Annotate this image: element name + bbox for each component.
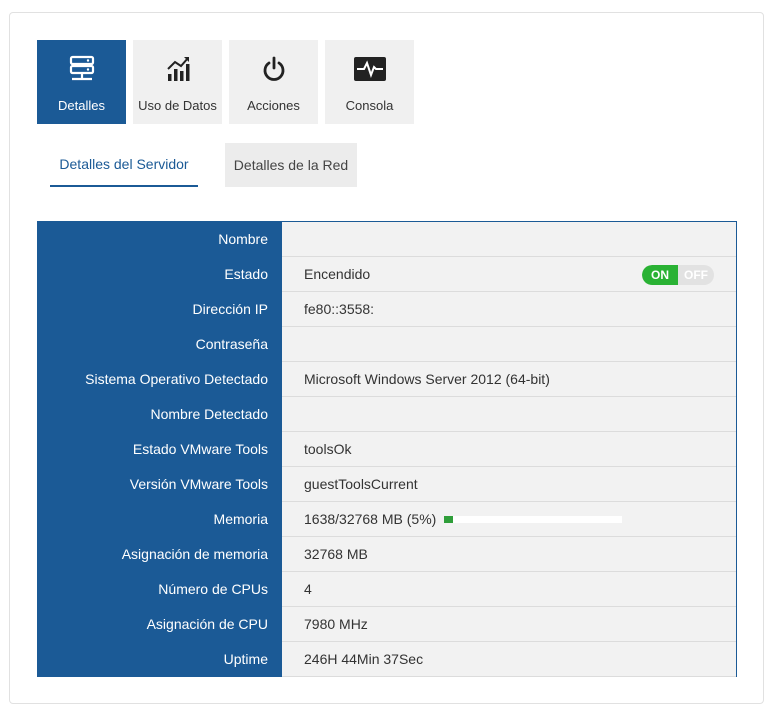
toggle-on-label: ON — [642, 265, 678, 285]
row-value: Microsoft Windows Server 2012 (64-bit) — [282, 362, 736, 397]
table-row: Sistema Operativo Detectado Microsoft Wi… — [38, 362, 736, 397]
row-value: 32768 MB — [282, 537, 736, 572]
row-label: Contraseña — [38, 327, 282, 362]
table-row: Asignación de memoria 32768 MB — [38, 537, 736, 572]
memory-usage-bar — [444, 515, 623, 523]
row-label: Estado — [38, 257, 282, 292]
tile-consola[interactable]: Consola — [325, 40, 414, 124]
tab-server-details[interactable]: Detalles del Servidor — [50, 143, 198, 187]
row-label: Uptime — [38, 642, 282, 677]
table-row: Estado VMware Tools toolsOk — [38, 432, 736, 467]
tile-label: Consola — [345, 98, 394, 113]
row-label: Número de CPUs — [38, 572, 282, 607]
table-row: Memoria 1638/32768 MB (5%) — [38, 502, 736, 537]
row-value: toolsOk — [282, 432, 736, 467]
server-icon — [68, 54, 96, 84]
pulse-monitor-icon — [353, 54, 387, 84]
row-label: Estado VMware Tools — [38, 432, 282, 467]
row-label: Nombre Detectado — [38, 397, 282, 432]
memory-usage-fill — [444, 515, 454, 523]
toggle-off-label: OFF — [684, 268, 708, 282]
memory-usage-text: 1638/32768 MB (5%) — [304, 511, 437, 527]
row-label: Memoria — [38, 502, 282, 537]
table-row: Nombre Detectado — [38, 397, 736, 432]
power-state-text: Encendido — [304, 266, 371, 282]
table-row: Nombre — [38, 222, 736, 257]
tab-network-details[interactable]: Detalles de la Red — [225, 143, 357, 187]
row-value: 4 — [282, 572, 736, 607]
table-row: Dirección IP fe80::3558: — [38, 292, 736, 327]
row-label: Sistema Operativo Detectado — [38, 362, 282, 397]
server-details-table: Nombre Estado Encendido ON OFF Dirección… — [37, 221, 737, 677]
section-tiles: Detalles Uso de Datos Acciones Consola — [37, 40, 414, 124]
tile-detalles[interactable]: Detalles — [37, 40, 126, 124]
tile-uso-de-datos[interactable]: Uso de Datos — [133, 40, 222, 124]
row-label: Versión VMware Tools — [38, 467, 282, 502]
row-value: 7980 MHz — [282, 607, 736, 642]
row-label: Asignación de memoria — [38, 537, 282, 572]
row-label: Asignación de CPU — [38, 607, 282, 642]
row-value: fe80::3558: — [282, 292, 736, 327]
table-row: Asignación de CPU 7980 MHz — [38, 607, 736, 642]
power-icon — [261, 54, 287, 84]
row-value: guestToolsCurrent — [282, 467, 736, 502]
table-row: Contraseña — [38, 327, 736, 362]
row-value — [282, 327, 736, 362]
row-label: Dirección IP — [38, 292, 282, 327]
table-row: Uptime 246H 44Min 37Sec — [38, 642, 736, 677]
bar-chart-icon — [165, 54, 191, 84]
power-toggle[interactable]: ON OFF — [642, 265, 714, 285]
row-value: 1638/32768 MB (5%) — [282, 502, 736, 537]
row-value: 246H 44Min 37Sec — [282, 642, 736, 677]
row-value — [282, 222, 736, 257]
row-value — [282, 397, 736, 432]
tile-label: Detalles — [58, 98, 105, 113]
table-row: Estado Encendido ON OFF — [38, 257, 736, 292]
row-label: Nombre — [38, 222, 282, 257]
table-row: Versión VMware Tools guestToolsCurrent — [38, 467, 736, 502]
tile-acciones[interactable]: Acciones — [229, 40, 318, 124]
tile-label: Acciones — [247, 98, 300, 113]
table-row: Número de CPUs 4 — [38, 572, 736, 607]
tile-label: Uso de Datos — [138, 98, 217, 113]
row-value: Encendido ON OFF — [282, 257, 736, 292]
